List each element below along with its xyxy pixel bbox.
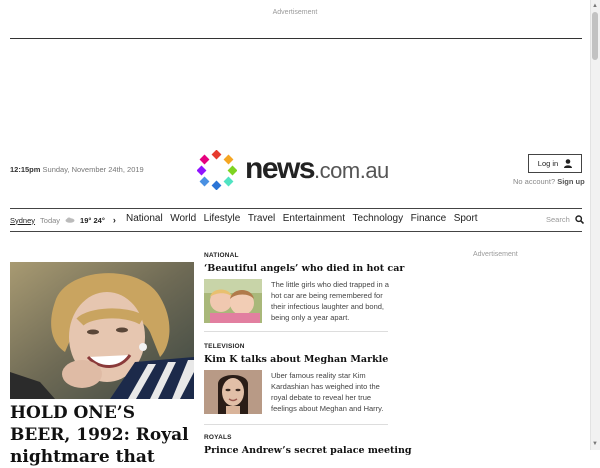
nav-item-travel[interactable]: Travel	[248, 213, 275, 224]
scroll-up-arrow-icon[interactable]: ▲	[591, 2, 599, 10]
article-2-title[interactable]: Kim K talks about Meghan Markle	[204, 354, 388, 365]
nav-item-national[interactable]: National	[126, 213, 163, 224]
sidebar-advertisement-label: Advertisement	[473, 251, 518, 258]
article-1-summary: The little girls who died trapped in a h…	[271, 280, 389, 322]
nav-item-lifestyle[interactable]: Lifestyle	[204, 213, 241, 224]
nav-top-rule	[10, 208, 582, 209]
date-time: 12:15pm Sunday, November 24th, 2019	[10, 165, 144, 174]
scrollbar-thumb[interactable]	[592, 12, 598, 60]
nav-item-sport[interactable]: Sport	[454, 213, 478, 224]
nav-item-finance[interactable]: Finance	[411, 213, 447, 224]
nav-item-entertainment[interactable]: Entertainment	[283, 213, 345, 224]
weather-temps: 19° 24°	[80, 216, 105, 225]
no-account-text: No account?	[513, 177, 556, 186]
scroll-down-arrow-icon[interactable]: ▼	[591, 440, 599, 448]
article-2-kicker[interactable]: TELEVISION	[204, 343, 245, 350]
advertisement-label: Advertisement	[272, 9, 318, 16]
search-button[interactable]: Search	[546, 215, 584, 224]
article-1-title[interactable]: ‘Beautiful angels’ who died in hot car	[204, 263, 404, 274]
ad-divider	[10, 38, 582, 39]
article-divider	[204, 331, 388, 332]
cloud-icon	[65, 217, 75, 223]
account-prompt: No account? Sign up	[513, 177, 585, 186]
login-label: Log in	[537, 159, 559, 168]
search-label: Search	[546, 215, 570, 224]
chevron-right-icon[interactable]: ›	[113, 215, 116, 225]
logo-suffix-text: .com.au	[314, 158, 389, 183]
site-logo[interactable]: news.com.au	[245, 151, 389, 189]
weather-day: Today	[40, 215, 61, 225]
search-icon	[575, 215, 584, 224]
current-date: Sunday, November 24th, 2019	[42, 165, 144, 174]
nav-item-world[interactable]: World	[170, 213, 196, 224]
article-1-kicker[interactable]: NATIONAL	[204, 252, 239, 259]
login-button[interactable]: Log in	[528, 154, 582, 173]
article-3-title[interactable]: Prince Andrew’s secret palace meeting	[204, 445, 412, 456]
article-divider	[204, 424, 388, 425]
weather-low-temp: 19°	[80, 215, 92, 225]
article-3-kicker[interactable]: ROYALS	[204, 434, 232, 441]
current-time: 12:15pm	[10, 165, 41, 174]
hero-headline[interactable]: HOLD ONE’S BEER, 1992: Royal nightmare t…	[10, 402, 200, 468]
signup-link[interactable]: Sign up	[557, 177, 585, 186]
scrollbar[interactable]	[590, 0, 600, 450]
weather-widget[interactable]: Sydney Today 19° 24° ›	[10, 215, 116, 225]
weather-city[interactable]: Sydney	[10, 216, 35, 225]
user-icon	[564, 159, 573, 168]
article-2-thumbnail[interactable]	[204, 370, 262, 414]
nav-bottom-rule	[10, 231, 582, 232]
article-1-thumbnail[interactable]	[204, 279, 262, 323]
hero-image[interactable]	[10, 262, 194, 399]
logo-main-text: news	[245, 152, 316, 185]
nav-item-technology[interactable]: Technology	[353, 213, 404, 224]
news-logo-icon[interactable]	[197, 150, 237, 190]
main-nav: National World Lifestyle Travel Entertai…	[126, 213, 485, 224]
weather-high-temp: 24°	[93, 215, 105, 225]
article-2-summary: Uber famous reality star Kim Kardashian …	[271, 371, 384, 413]
